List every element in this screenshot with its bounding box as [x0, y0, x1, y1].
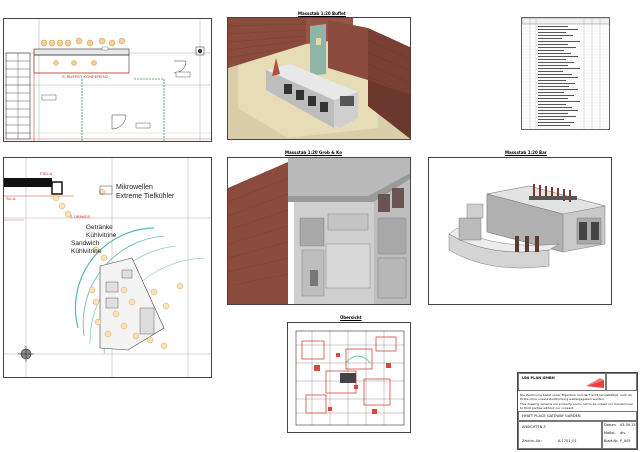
- drinks-label-2: Kühlvitrine: [86, 232, 117, 239]
- drawing-sheet: S. BUFFET KONFERENZ Massstab 1:20 Buffet: [0, 0, 640, 452]
- equipment-schedule[interactable]: [521, 17, 610, 130]
- drawing-number: A-1701_01: [558, 439, 577, 443]
- buffet-3d-drawing: [228, 18, 410, 139]
- kitchen-3d-drawing: [228, 158, 410, 304]
- sandwich-label: Sandwich: [71, 240, 100, 247]
- plan-top-drawing: [4, 19, 211, 141]
- title-block: UNI PLAN GMBH Die Zeichnung bleibt unser…: [517, 372, 638, 450]
- plan-top-panel[interactable]: S. BUFFET KONFERENZ: [3, 18, 212, 142]
- buffet-3d-view[interactable]: [227, 17, 411, 140]
- copyright-note-en: This drawing remains our property and is…: [520, 402, 634, 410]
- drawing-label: ANSICHTEN 3: [522, 425, 546, 429]
- scale-label: Maßst.: [604, 431, 616, 435]
- copyright-note-de: Die Zeichnung bleibt unser Eigentum und …: [520, 393, 632, 401]
- overview-drawing: [295, 330, 405, 426]
- kitchen-3d-view[interactable]: [227, 157, 411, 305]
- project-name: HYATT PLACE GATEWAY GARDEN: [522, 414, 581, 418]
- freezer-label: Extreme Tiefkühler: [116, 193, 175, 200]
- fsd-label: FSD-A: [40, 171, 52, 176]
- scale-value: div.: [620, 431, 627, 435]
- sandwich-label-2: Kühlvitrine: [71, 248, 102, 255]
- microwave-label: Mikrowellen: [116, 184, 153, 191]
- sheet-number: P_005: [620, 439, 631, 443]
- bar-3d-view[interactable]: [428, 157, 612, 305]
- company-name: UNI PLAN GMBH: [522, 376, 555, 380]
- drinks-label: Getränke: [86, 224, 113, 231]
- drawings-label: S. DRAWGS: [70, 215, 90, 219]
- buffet-note-label: S. BUFFET KONFERENZ: [62, 74, 109, 79]
- sheet-number-label: Blatt-Nr.: [604, 439, 619, 443]
- bar-3d-drawing: [448, 184, 606, 269]
- plan-bottom-panel[interactable]: FSD-A SU-A S. DRAWGS Mikrowellen Extreme…: [3, 157, 212, 378]
- date-value: 03.09.15: [620, 423, 636, 427]
- overview-title: Übersicht: [340, 315, 362, 320]
- date-label: Datum: [604, 423, 616, 427]
- plan-bottom-drawing: [4, 158, 211, 377]
- bar-view-title: Massstab 1:20 Bar: [505, 150, 547, 155]
- kitchen-view-title: Massstab 1:20 Grob & Ko: [285, 150, 342, 155]
- sup-label: SU-A: [6, 196, 16, 201]
- overview-view[interactable]: [287, 322, 411, 433]
- schedule-grid: [522, 18, 609, 129]
- drawing-number-label: Zeichn.-Nr.:: [522, 439, 543, 443]
- company-logo: [586, 378, 604, 388]
- buffet-view-title: Massstab 1:20 Buffet: [298, 11, 346, 16]
